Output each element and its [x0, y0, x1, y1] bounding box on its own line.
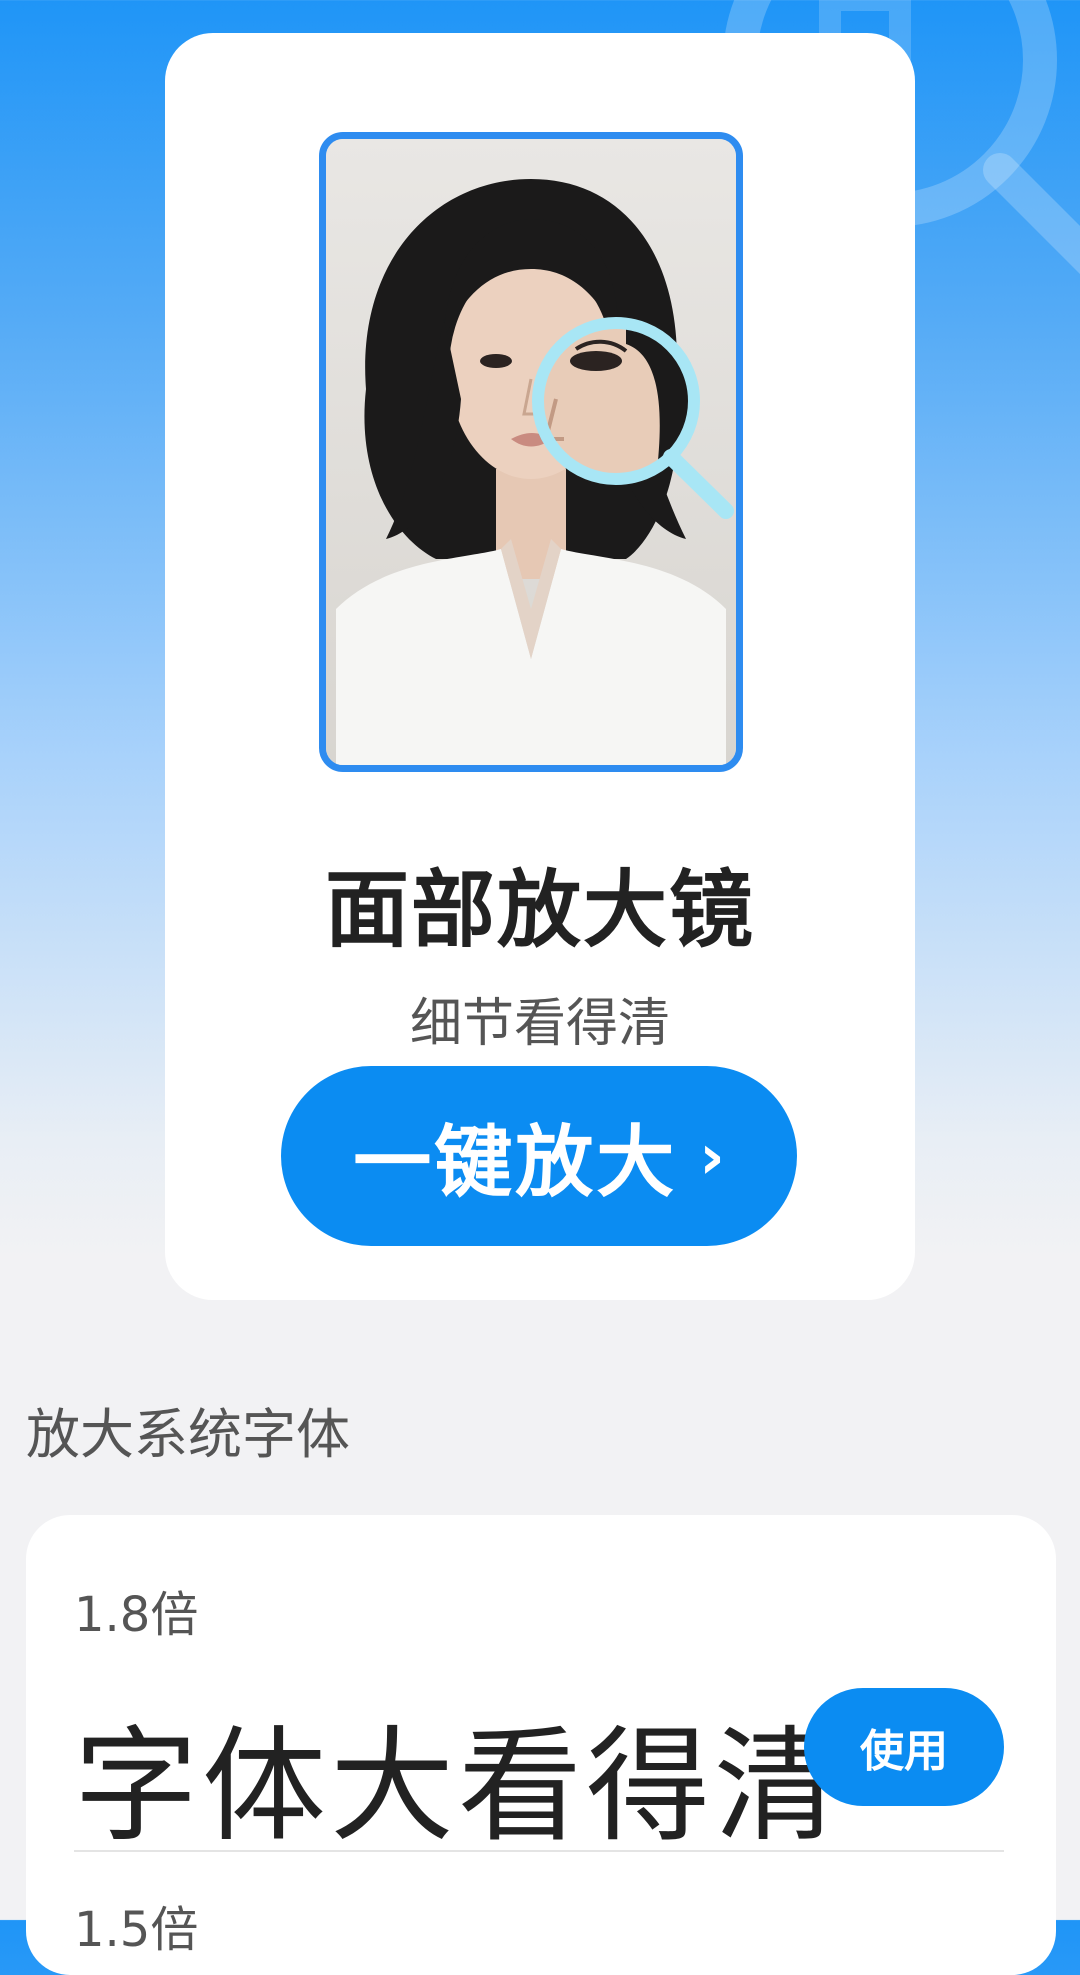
portrait-photo	[319, 132, 743, 772]
row-divider	[74, 1850, 1004, 1852]
one-click-zoom-label: 一键放大	[353, 1118, 678, 1208]
one-click-zoom-button[interactable]: 一键放大 ›	[281, 1066, 797, 1246]
font-scale-label: 1.8倍	[74, 1587, 199, 1643]
feature-title: 面部放大镜	[324, 861, 755, 959]
font-preview-text: 字体大看得清	[74, 1715, 843, 1859]
use-font-button[interactable]: 使用	[804, 1688, 1004, 1806]
font-size-options-card: 1.8倍 字体大看得清 使用 1.5倍	[26, 1515, 1056, 1975]
section-title: 放大系统字体	[26, 1403, 350, 1466]
chevron-right-icon: ›	[699, 1119, 725, 1193]
portrait-illustration	[326, 139, 736, 765]
font-scale-label: 1.5倍	[74, 1902, 199, 1958]
feature-subtitle: 细节看得清	[409, 994, 670, 1054]
face-magnifier-card: 面部放大镜 细节看得清 一键放大 ›	[165, 33, 915, 1300]
